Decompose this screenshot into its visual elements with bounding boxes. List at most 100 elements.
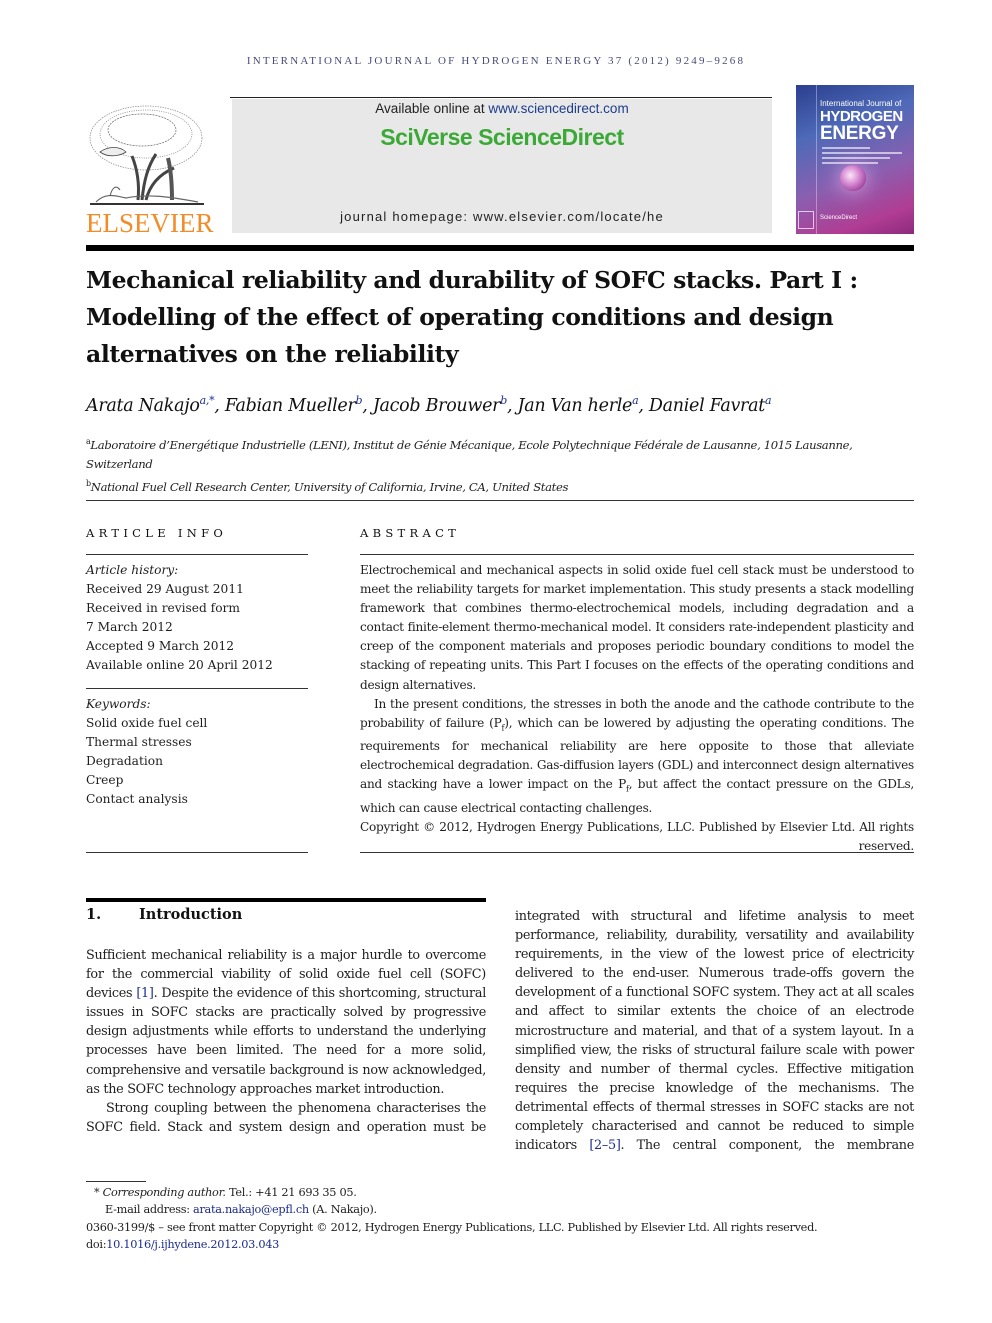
section-heading-introduction: 1. Introduction [86,906,242,923]
keywords-rule [86,688,308,689]
email-note: E-mail address: arata.nakajo@epfl.ch (A.… [86,1201,914,1218]
keyword: Solid oxide fuel cell [86,716,208,731]
body-text: integrated with structural and lifetime … [515,909,914,1154]
affiliation: aLaboratoire d’Energétique Industrielle … [86,432,914,474]
cover-editor-lines [822,147,902,167]
body-column-right: integrated with structural and lifetime … [515,907,914,1155]
corresponding-author-note: * Corresponding author. Tel.: +41 21 693… [86,1184,914,1201]
body-paragraph: integrated with structural and lifetime … [515,907,914,1155]
email-suffix: (A. Nakajo). [308,1203,377,1217]
article-history: Article history: Received 29 August 2011… [86,561,308,676]
body-column-left: Sufficient mechanical reliability is a m… [86,946,486,1137]
abstract-bottom-rule [360,852,914,853]
article-info-bottom-rule [86,852,308,853]
keyword: Degradation [86,754,163,769]
abstract-copyright: Copyright © 2012, Hydrogen Energy Public… [360,820,914,854]
author-name[interactable]: Jan Van herle [517,396,632,416]
elsevier-logo[interactable]: ELSEVIER [86,100,214,238]
author-separator: , [214,395,225,416]
author[interactable]: Fabian Muellerb, [225,394,373,416]
author[interactable]: Jan Van herlea, [517,394,649,416]
abstract-heading: ABSTRACT [360,526,461,540]
author[interactable]: Jacob Brouwerb, [373,394,518,416]
body-text: . The central component, the membrane [620,1138,915,1154]
telephone: Tel.: +41 21 693 35 05. [225,1186,357,1199]
doi-note: doi:10.1016/j.ijhydene.2012.03.043 [86,1236,914,1253]
history-item: 7 March 2012 [86,620,173,635]
running-head: INTERNATIONAL JOURNAL OF HYDROGEN ENERGY… [246,55,746,67]
footnote-rule [86,1181,146,1182]
journal-cover-image[interactable]: International Journal of HYDROGEN ENERGY… [796,85,914,234]
body-paragraph: Strong coupling between the phenomena ch… [86,1100,486,1135]
author-name[interactable]: Fabian Mueller [225,396,356,416]
masthead-divider [86,245,914,251]
elsevier-wordmark: ELSEVIER [86,208,214,238]
doi-label: doi: [86,1237,107,1251]
cover-orb-graphic [840,165,866,191]
affiliation: bNational Fuel Cell Research Center, Uni… [86,474,914,497]
available-online-prefix: Available online at [375,101,489,116]
front-matter-note: 0360-3199/$ – see front matter Copyright… [86,1220,818,1234]
footnotes: * Corresponding author. Tel.: +41 21 693… [86,1184,914,1253]
citation-link[interactable]: [2–5] [589,1138,620,1153]
homepage-prefix: journal homepage: [340,209,473,224]
cover-publisher-icon [798,211,814,229]
keyword: Thermal stresses [86,735,192,750]
history-item: Received 29 August 2011 [86,582,244,597]
author-list: Arata Nakajoa,*, Fabian Muellerb, Jacob … [86,394,914,416]
email-label: E-mail address: [105,1203,194,1217]
email-link[interactable]: arata.nakajo@epfl.ch [193,1203,309,1216]
author-separator: , [362,395,373,416]
author[interactable]: Arata Nakajoa,*, [86,394,225,416]
author-name[interactable]: Daniel Favrat [649,396,765,416]
cover-sciencedirect-text: ScienceDirect [820,215,858,221]
author-name[interactable]: Arata Nakajo [86,396,200,416]
elsevier-tree-icon [89,105,204,205]
history-item: Available online 20 April 2012 [86,658,273,673]
cover-title-line1: International Journal of [820,99,902,108]
cover-title-line3: ENERGY [820,123,899,144]
article-history-label: Article history: [86,563,179,577]
keyword: Contact analysis [86,792,188,807]
abstract-paragraph: In the present conditions, the stresses … [360,695,914,818]
corresponding-author-label: Corresponding author. [102,1186,226,1199]
body-text: . Despite the evidence of this shortcomi… [86,986,486,1097]
available-online-line: Available online at www.sciencedirect.co… [232,101,772,116]
history-item: Accepted 9 March 2012 [86,639,235,654]
keywords-label: Keywords: [86,697,151,711]
abstract-body: Electrochemical and mechanical aspects i… [360,561,914,856]
history-item: Received in revised form [86,601,240,616]
cover-spine [816,85,817,234]
sciencedirect-link[interactable]: www.sciencedirect.com [488,101,628,116]
author-separator: , [506,395,518,416]
abstract-rule [360,554,914,555]
article-info-heading: ARTICLE INFO [86,526,228,540]
keyword: Creep [86,773,124,788]
affiliation-text: Laboratoire d’Energétique Industrielle (… [86,437,853,472]
header-rule [230,97,772,98]
journal-homepage-link[interactable]: www.elsevier.com/locate/he [473,209,664,224]
author-affil-marker[interactable]: a [765,394,772,407]
section-rule [86,898,486,902]
sciencedirect-banner: Available online at www.sciencedirect.co… [232,99,772,233]
citation-link[interactable]: [1] [136,986,154,1001]
affiliations: aLaboratoire d’Energétique Industrielle … [86,432,914,497]
author-separator: , [638,395,649,416]
affiliations-divider [86,500,914,501]
affiliation-text: National Fuel Cell Research Center, Univ… [90,480,569,495]
section-number: 1. [86,906,102,923]
section-title: Introduction [139,906,243,923]
author[interactable]: Daniel Favrata [649,394,772,416]
journal-homepage-line: journal homepage: www.elsevier.com/locat… [232,209,772,224]
footnote-marker: * [94,1186,100,1199]
author-name[interactable]: Jacob Brouwer [373,396,501,416]
author-affil-marker[interactable]: b [500,394,507,407]
abstract-paragraph: Electrochemical and mechanical aspects i… [360,563,914,692]
body-paragraph: Sufficient mechanical reliability is a m… [86,946,486,1099]
article-info-rule [86,554,308,555]
doi-link[interactable]: 10.1016/j.ijhydene.2012.03.043 [106,1238,279,1251]
article-title: Mechanical reliability and durability of… [86,266,858,368]
keywords: Keywords: Solid oxide fuel cell Thermal … [86,695,308,810]
author-affil-marker[interactable]: a,* [200,394,215,407]
sciverse-sciencedirect-logo[interactable]: SciVerse ScienceDirect [232,124,772,151]
